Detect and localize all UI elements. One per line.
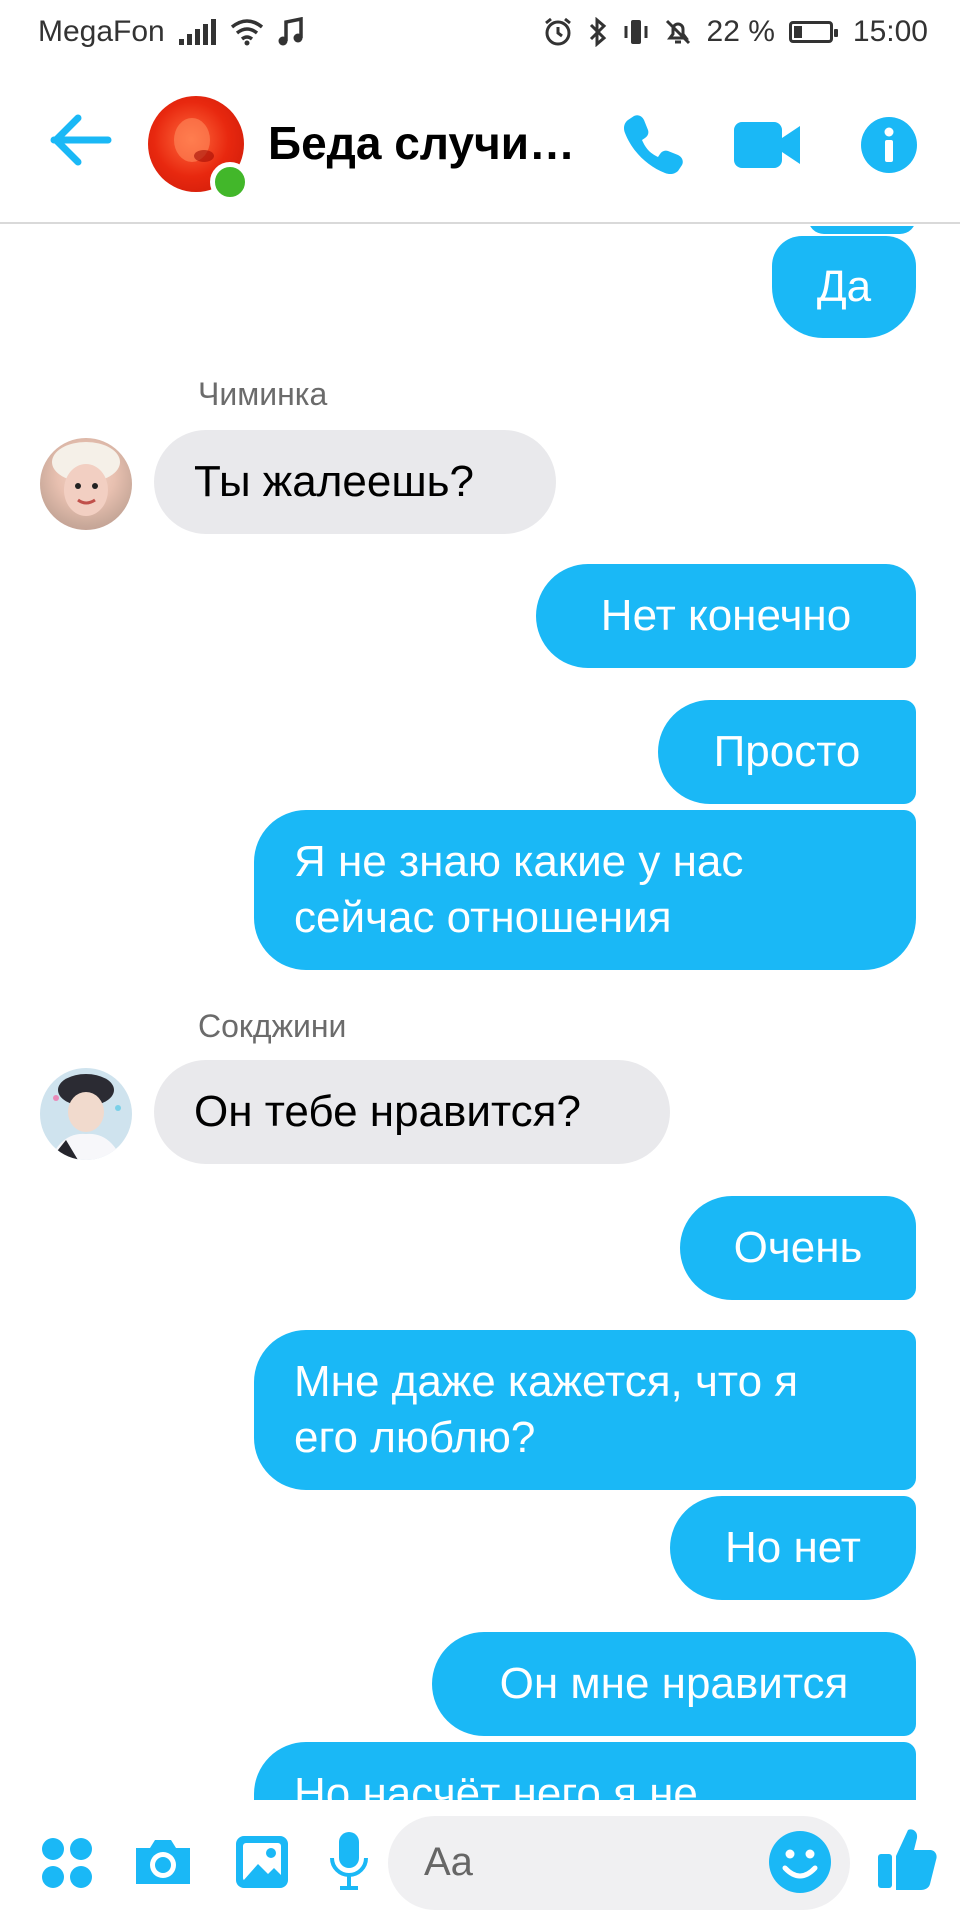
thumbs-up-icon[interactable] <box>876 1826 938 1892</box>
sender-name: Сокджини <box>198 1008 347 1044</box>
microphone-icon[interactable] <box>328 1830 370 1892</box>
message-text: Но нет <box>725 1523 861 1572</box>
message-bubble-outgoing[interactable] <box>808 226 916 234</box>
message-text: Он тебе нравится? <box>194 1087 581 1136</box>
message-text-line: сейчас отношения <box>294 893 672 942</box>
camera-icon[interactable] <box>132 1836 194 1888</box>
chat-header: Беда случи… <box>0 64 960 224</box>
message-bubble-outgoing[interactable]: Мне даже кажется, что я его люблю? <box>254 1330 916 1490</box>
message-bubble-outgoing[interactable]: Я не знаю какие у нас сейчас отношения <box>254 810 916 970</box>
composer-bar: Aa <box>0 1800 960 1920</box>
status-right: 22 % 15:00 <box>543 15 928 49</box>
phone-icon[interactable] <box>620 110 686 176</box>
peer-avatar-chiminka[interactable] <box>40 438 132 530</box>
battery-icon <box>788 21 838 43</box>
alarm-icon <box>544 17 571 46</box>
message-input-placeholder: Aa <box>424 1840 473 1884</box>
online-indicator <box>210 162 250 202</box>
message-text-line: Но насчёт него я не <box>294 1769 698 1800</box>
message-bubble-outgoing[interactable]: Просто <box>658 700 916 804</box>
message-text: Да <box>816 262 872 311</box>
message-bubble-outgoing[interactable]: Да <box>772 236 916 338</box>
carrier-label: MegaFon <box>38 15 165 48</box>
wifi-icon <box>230 19 263 46</box>
status-left: MegaFon <box>38 15 304 49</box>
message-text: Ты жалеешь? <box>194 457 475 506</box>
chat-title[interactable]: Беда случи… <box>268 116 588 170</box>
menu-dots-icon[interactable] <box>40 1836 94 1890</box>
music-note-icon <box>278 17 303 46</box>
peer-avatar-sokdzhini[interactable] <box>40 1068 132 1160</box>
message-bubble-outgoing[interactable]: Нет конечно <box>536 564 916 668</box>
message-bubble-outgoing[interactable]: Но насчёт него я не <box>254 1742 916 1800</box>
message-bubble-outgoing[interactable]: Но нет <box>670 1496 916 1600</box>
message-bubble-incoming[interactable]: Ты жалеешь? <box>154 430 556 534</box>
message-text: Очень <box>733 1223 863 1272</box>
signal-icon <box>178 19 216 45</box>
bluetooth-icon <box>589 17 606 47</box>
message-text-line: Мне даже кажется, что я <box>294 1357 799 1406</box>
mute-bell-icon <box>665 19 690 45</box>
battery-percent: 22 % <box>706 15 775 48</box>
message-text: Просто <box>713 727 861 776</box>
message-bubble-outgoing[interactable]: Он мне нравится <box>432 1632 916 1736</box>
sender-name: Чиминка <box>198 376 328 412</box>
image-icon[interactable] <box>234 1834 290 1890</box>
message-bubble-incoming[interactable]: Он тебе нравится? <box>154 1060 670 1164</box>
clock: 15:00 <box>852 15 928 48</box>
avatar-photo <box>52 442 120 516</box>
info-icon[interactable] <box>860 116 918 174</box>
video-camera-icon[interactable] <box>732 120 802 170</box>
arrow-left-icon[interactable] <box>50 114 112 166</box>
message-thread[interactable]: Да Чиминка Ты жалеешь? Нет конечно Прост… <box>0 226 960 1800</box>
message-text-line: Я не знаю какие у нас <box>294 837 744 886</box>
message-bubble-outgoing[interactable]: Очень <box>680 1196 916 1300</box>
status-bar: MegaFon 22 % 15:00 <box>0 0 960 64</box>
emoji-icon[interactable] <box>768 1830 832 1894</box>
avatar-photo <box>50 1074 122 1160</box>
vibrate-icon <box>624 20 648 44</box>
message-text: Он мне нравится <box>499 1659 849 1708</box>
message-text-line: его люблю? <box>294 1413 536 1462</box>
message-text: Нет конечно <box>600 591 852 640</box>
